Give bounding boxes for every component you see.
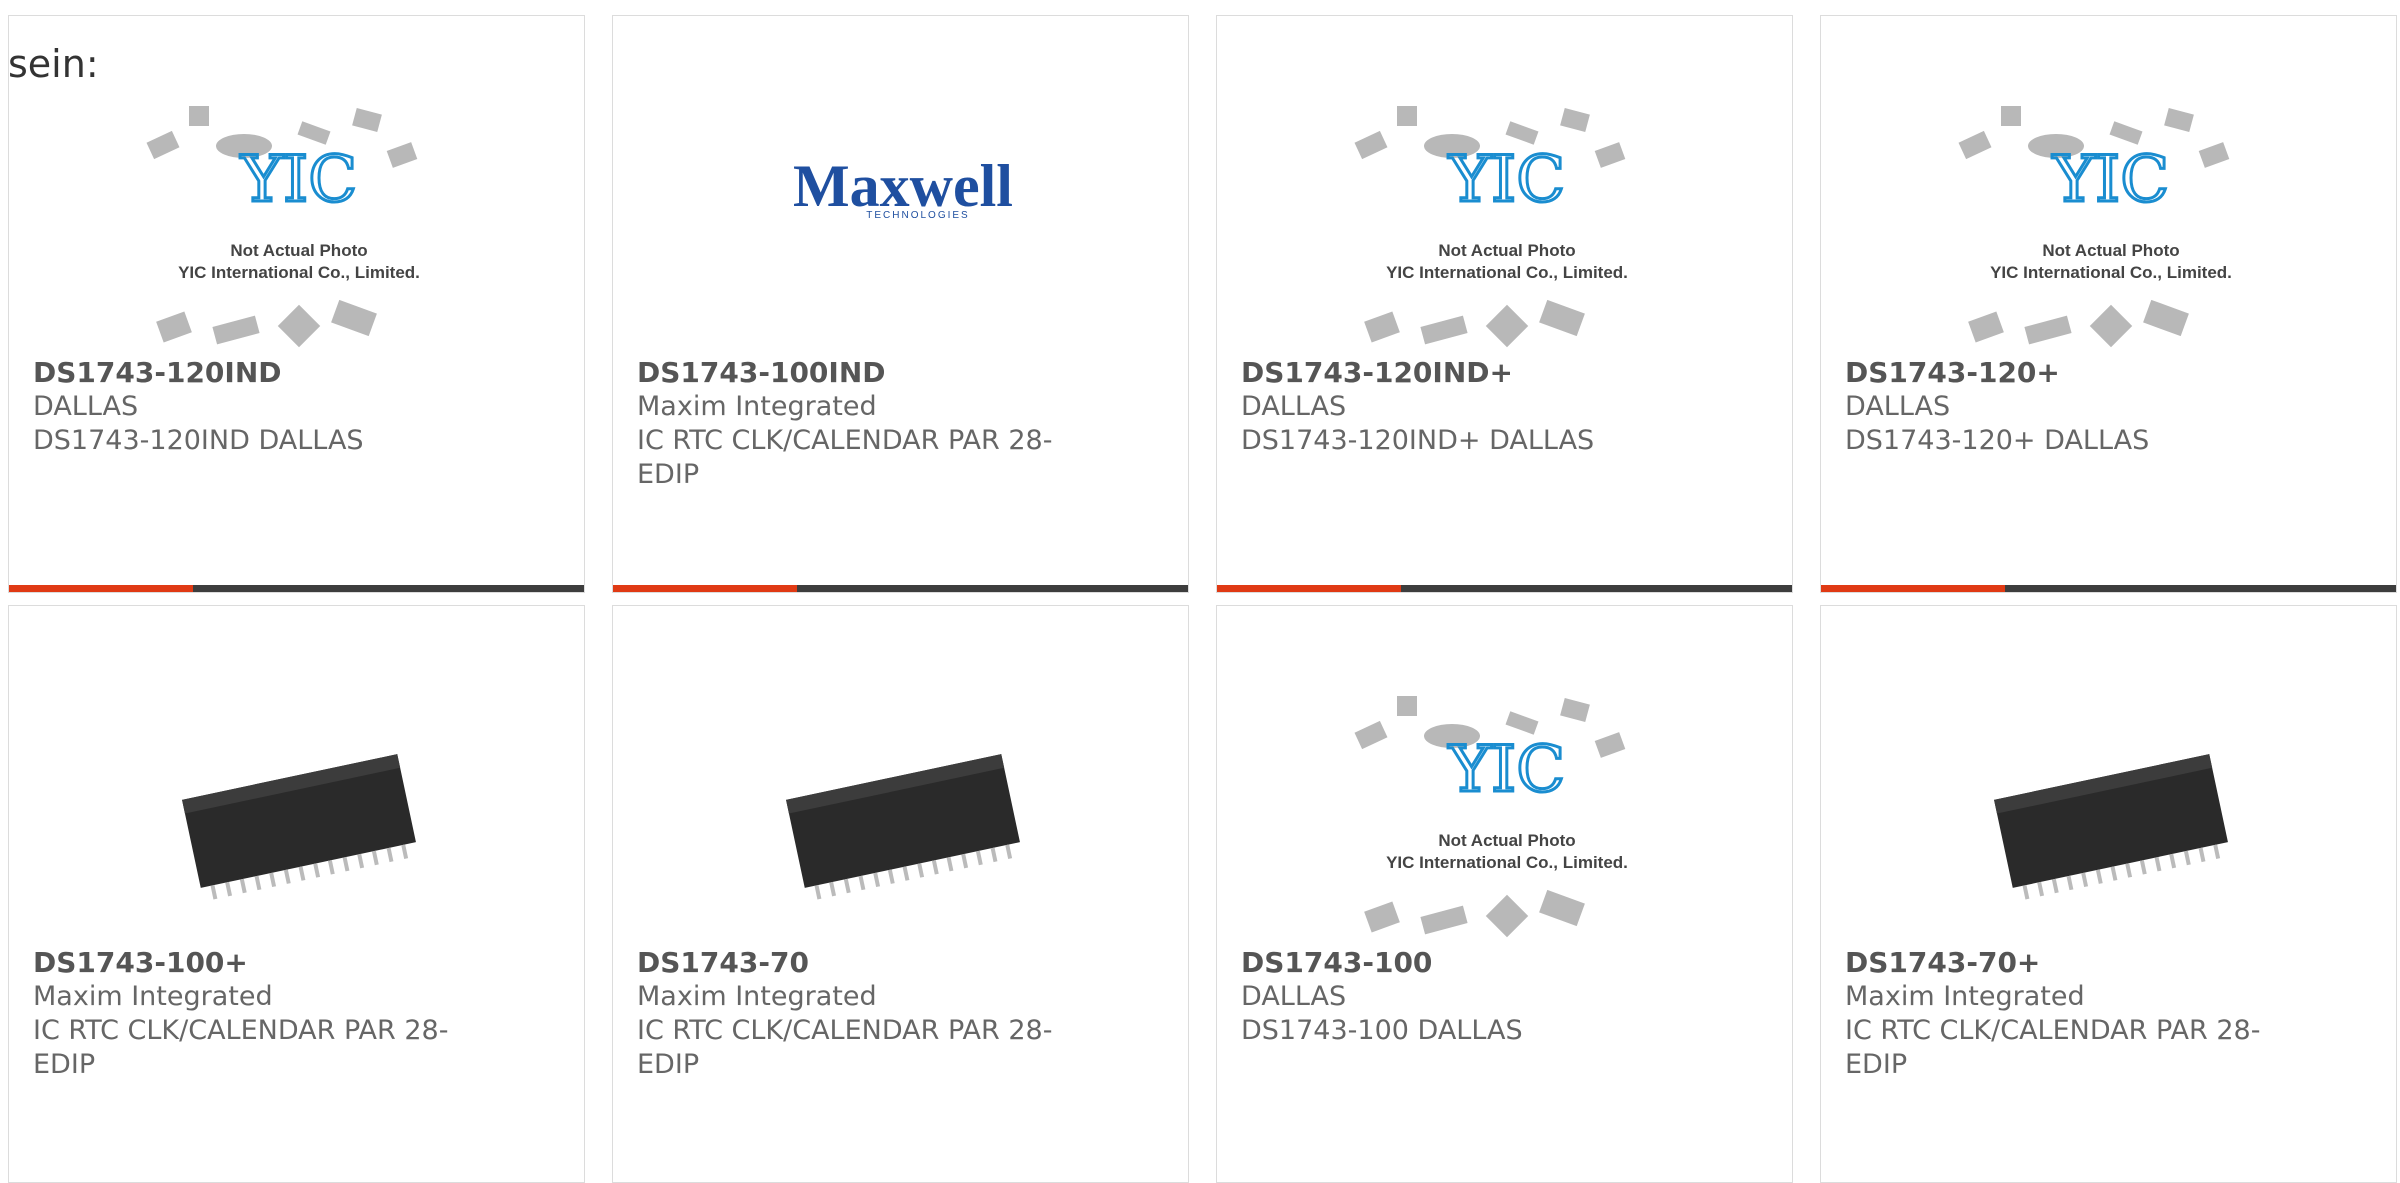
svg-text:YIC: YIC	[240, 143, 358, 217]
manufacturer: Maxim Integrated	[33, 981, 273, 1012]
svg-text:Not Actual Photo: Not Actual Photo	[1438, 241, 1575, 260]
description: IC RTC CLK/CALENDAR PAR 28-EDIP	[1845, 1015, 2261, 1080]
product-info: DS1743-100+ Maxim Integrated IC RTC CLK/…	[33, 946, 473, 1082]
svg-text:YIC International Co., Limited: YIC International Co., Limited.	[1386, 263, 1628, 282]
part-number[interactable]: DS1743-120IND	[33, 356, 473, 390]
description: DS1743-120+ DALLAS	[1845, 425, 2150, 456]
yic-placeholder-image: YIC Not Actual Photo YIC International C…	[1354, 106, 1628, 348]
product-info: DS1743-70 Maxim Integrated IC RTC CLK/CA…	[637, 946, 1077, 1082]
description: IC RTC CLK/CALENDAR PAR 28-EDIP	[637, 425, 1053, 490]
product-card[interactable]: Maxwell TECHNOLOGIES DS1743-100IND Maxim…	[612, 15, 1189, 593]
svg-text:Not Actual Photo: Not Actual Photo	[1438, 831, 1575, 850]
yic-placeholder-image: YIC Not Actual Photo YIC International C…	[1354, 696, 1628, 938]
svg-text:TECHNOLOGIES: TECHNOLOGIES	[866, 210, 969, 221]
card-accent-bar	[9, 585, 584, 592]
product-info: DS1743-120IND+ DALLAS DS1743-120IND+ DAL…	[1241, 356, 1681, 458]
intro-text: sein:	[8, 42, 99, 86]
card-accent-bar	[1821, 585, 2396, 592]
part-number[interactable]: DS1743-100	[1241, 946, 1681, 980]
svg-text:YIC: YIC	[2052, 143, 2170, 217]
svg-text:Not Actual Photo: Not Actual Photo	[2042, 241, 2179, 260]
card-accent-bar	[1217, 585, 1792, 592]
svg-text:YIC International Co., Limited: YIC International Co., Limited.	[1990, 263, 2232, 282]
svg-text:YIC: YIC	[1448, 143, 1566, 217]
part-number[interactable]: DS1743-70	[637, 946, 1077, 980]
part-number[interactable]: DS1743-120IND+	[1241, 356, 1681, 390]
product-card[interactable]: YIC Not Actual Photo YIC International C…	[1216, 605, 1793, 1183]
product-info: DS1743-100 DALLAS DS1743-100 DALLAS	[1241, 946, 1681, 1048]
product-grid: YIC Not Actual Photo YIC International C…	[0, 0, 2400, 1183]
accent-segment	[1821, 585, 2005, 592]
product-info: DS1743-100IND Maxim Integrated IC RTC CL…	[637, 356, 1077, 492]
svg-text:YIC International Co., Limited: YIC International Co., Limited.	[1386, 853, 1628, 872]
description: IC RTC CLK/CALENDAR PAR 28-EDIP	[637, 1015, 1053, 1080]
manufacturer: Maxim Integrated	[637, 981, 877, 1012]
part-number[interactable]: DS1743-100IND	[637, 356, 1077, 390]
chip-photo-image	[182, 754, 416, 900]
manufacturer: Maxim Integrated	[637, 391, 877, 422]
yic-placeholder-image: YIC Not Actual Photo YIC International C…	[146, 106, 420, 348]
svg-text:YIC International Co., Limited: YIC International Co., Limited.	[178, 263, 420, 282]
svg-text:Not Actual Photo: Not Actual Photo	[230, 241, 367, 260]
maxwell-logo-image: Maxwell TECHNOLOGIES	[793, 153, 1013, 221]
part-number[interactable]: DS1743-70+	[1845, 946, 2285, 980]
product-info: DS1743-120+ DALLAS DS1743-120+ DALLAS	[1845, 356, 2285, 458]
product-card[interactable]: YIC Not Actual Photo YIC International C…	[1820, 15, 2397, 593]
accent-segment	[9, 585, 193, 592]
product-info: DS1743-120IND DALLAS DS1743-120IND DALLA…	[33, 356, 473, 458]
description: DS1743-120IND DALLAS	[33, 425, 364, 456]
chip-photo-image	[786, 754, 1020, 900]
product-card[interactable]: YIC Not Actual Photo YIC International C…	[1216, 15, 1793, 593]
product-card[interactable]: DS1743-70+ Maxim Integrated IC RTC CLK/C…	[1820, 605, 2397, 1183]
manufacturer: DALLAS	[1845, 391, 1951, 422]
chip-photo-image	[1994, 754, 2228, 900]
manufacturer: Maxim Integrated	[1845, 981, 2085, 1012]
yic-placeholder-image: YIC Not Actual Photo YIC International C…	[1958, 106, 2232, 348]
product-card[interactable]: DS1743-70 Maxim Integrated IC RTC CLK/CA…	[612, 605, 1189, 1183]
manufacturer: DALLAS	[1241, 391, 1347, 422]
description: DS1743-120IND+ DALLAS	[1241, 425, 1595, 456]
product-card[interactable]: YIC Not Actual Photo YIC International C…	[8, 15, 585, 593]
product-info: DS1743-70+ Maxim Integrated IC RTC CLK/C…	[1845, 946, 2285, 1082]
part-number[interactable]: DS1743-100+	[33, 946, 473, 980]
description: DS1743-100 DALLAS	[1241, 1015, 1523, 1046]
product-card[interactable]: DS1743-100+ Maxim Integrated IC RTC CLK/…	[8, 605, 585, 1183]
accent-segment	[1217, 585, 1401, 592]
manufacturer: DALLAS	[1241, 981, 1347, 1012]
svg-text:YIC: YIC	[1448, 733, 1566, 807]
part-number[interactable]: DS1743-120+	[1845, 356, 2285, 390]
accent-segment	[613, 585, 797, 592]
manufacturer: DALLAS	[33, 391, 139, 422]
card-accent-bar	[613, 585, 1188, 592]
description: IC RTC CLK/CALENDAR PAR 28-EDIP	[33, 1015, 449, 1080]
